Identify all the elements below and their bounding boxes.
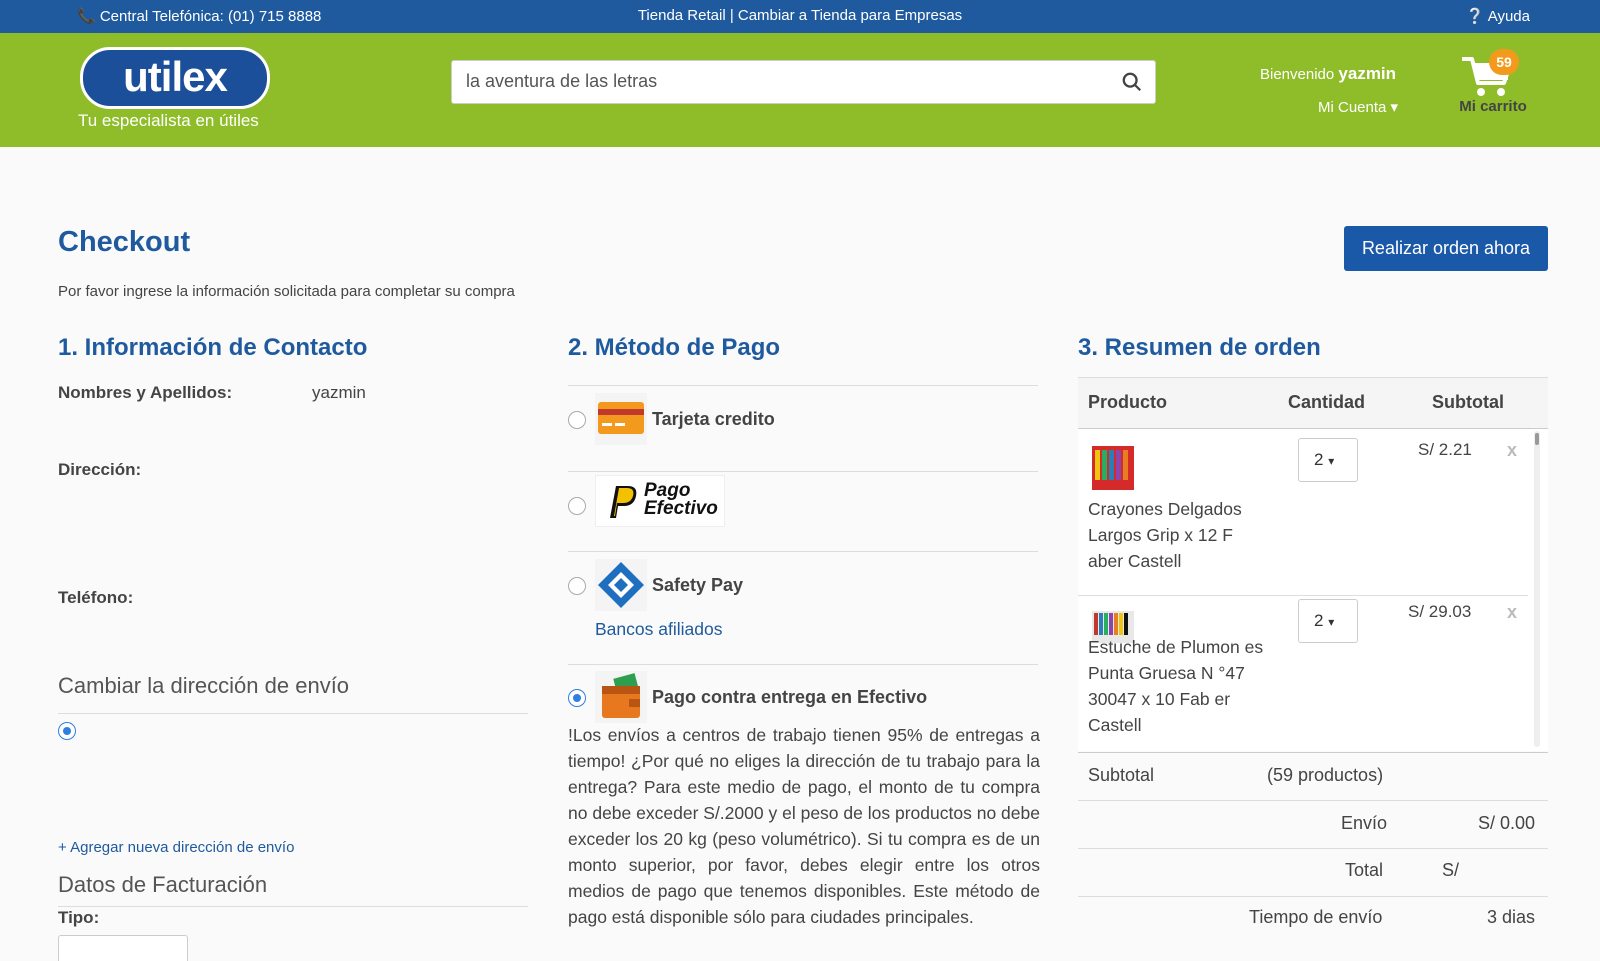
cart-count-badge: 59: [1489, 49, 1519, 75]
help-link[interactable]: ❔ Ayuda: [1466, 7, 1530, 25]
billing-type-label: Tipo:: [58, 908, 100, 927]
cash-on-delivery-label: Pago contra entrega en Efectivo: [652, 687, 928, 707]
quantity-value: 2: [1314, 450, 1324, 469]
account-label: Mi Cuenta: [1318, 99, 1387, 116]
page-subtitle: Por favor ingrese la información solicit…: [58, 283, 515, 300]
crayons-thumbnail: [1090, 442, 1136, 492]
total-label: Total: [1345, 860, 1384, 880]
shipping-time-value: 3 dias: [1487, 907, 1536, 927]
help-label: Ayuda: [1487, 8, 1530, 25]
cash-on-delivery-radio[interactable]: [568, 689, 586, 707]
address-label: Dirección:: [58, 460, 142, 479]
search-box: [451, 60, 1156, 104]
safety-pay-icon: [595, 559, 647, 611]
billing-type-select[interactable]: [58, 935, 188, 961]
divider: [568, 551, 1038, 552]
payment-section-title: 2. Método de Pago: [568, 334, 781, 361]
chevron-down-icon: ▾: [1328, 615, 1335, 629]
subtotal-count: (59 productos): [1267, 765, 1384, 785]
billing-title: Datos de Facturación: [58, 872, 268, 897]
place-order-button[interactable]: Realizar orden ahora: [1344, 226, 1548, 271]
divider: [1078, 896, 1548, 897]
item-subtotal: S/ 2.21: [1418, 440, 1472, 459]
divider: [568, 471, 1038, 472]
pago-efectivo-p-icon: [610, 486, 637, 518]
divider: [1078, 595, 1528, 596]
divider: [568, 664, 1038, 665]
add-address-link[interactable]: + Agregar nueva dirección de envío: [58, 839, 294, 856]
col-quantity: Cantidad: [1288, 392, 1366, 412]
name-label: Nombres y Apellidos:: [58, 383, 233, 402]
product-name: Crayones Delgados Largos Grip x 12 F abe…: [1088, 499, 1242, 571]
chevron-down-icon: ▾: [1390, 99, 1399, 116]
col-subtotal: Subtotal: [1432, 392, 1504, 412]
divider: [568, 385, 1038, 386]
safety-pay-label: Safety Pay: [652, 575, 744, 595]
items-scrollbar[interactable]: [1534, 431, 1540, 747]
welcome-message: Bienvenido yazmin: [1260, 64, 1396, 84]
utilex-logo[interactable]: utilex: [80, 47, 270, 109]
pago-efectivo-radio[interactable]: [568, 497, 586, 515]
store-switch-link[interactable]: Tienda Retail | Cambiar a Tienda para Em…: [0, 7, 1600, 24]
contact-section-title: 1. Información de Contacto: [58, 334, 368, 361]
shipping-time-label: Tiempo de envío: [1249, 907, 1383, 927]
pago-efectivo-text: Pago Efectivo: [644, 481, 718, 519]
chevron-down-icon: ▾: [1328, 454, 1335, 468]
card-label: Tarjeta credito: [652, 409, 775, 429]
cash-on-delivery-description: !Los envíos a centros de trabajo tienen …: [568, 725, 1040, 927]
change-address-title: Cambiar la dirección de envío: [58, 673, 350, 698]
name-value: yazmin: [312, 383, 366, 402]
items-scrollbar-thumb[interactable]: [1535, 433, 1539, 445]
shipping-value: S/ 0.00: [1478, 813, 1536, 833]
remove-item-icon[interactable]: x: [1507, 440, 1517, 461]
account-menu[interactable]: Mi Cuenta ▾: [1318, 98, 1398, 116]
remove-item-icon[interactable]: x: [1507, 602, 1517, 623]
subtotal-label: Subtotal: [1088, 765, 1155, 785]
user-name: yazmin: [1338, 64, 1397, 83]
affiliated-banks-link[interactable]: Bancos afiliados: [595, 619, 722, 640]
card-radio[interactable]: [568, 411, 586, 429]
header: utilex Tu especialista en útiles Bienven…: [0, 33, 1600, 147]
divider: [1078, 752, 1548, 753]
page-title: Checkout: [58, 226, 191, 258]
checkout-content: Checkout Por favor ingrese la informació…: [0, 147, 1600, 961]
welcome-prefix: Bienvenido: [1260, 66, 1335, 83]
cart-label: Mi carrito: [1459, 98, 1527, 115]
divider: [1078, 848, 1548, 849]
quantity-select[interactable]: 2 ▾: [1298, 599, 1358, 643]
divider: [58, 906, 528, 907]
address-radio[interactable]: [58, 722, 76, 740]
quantity-value: 2: [1314, 611, 1324, 630]
search-input[interactable]: [466, 71, 1106, 92]
product-name: Estuche de Plumon es Punta Gruesa N °47 …: [1088, 637, 1264, 735]
item-subtotal: S/ 29.03: [1408, 602, 1472, 621]
summary-section-title: 3. Resumen de orden: [1078, 334, 1321, 361]
search-icon[interactable]: [1121, 71, 1143, 93]
pago-efectivo-logo: Pago Efectivo: [595, 475, 725, 527]
top-bar: 📞 Central Telefónica: (01) 715 8888 Tien…: [0, 0, 1600, 33]
quantity-select[interactable]: 2 ▾: [1298, 438, 1358, 482]
credit-card-icon: [595, 393, 647, 445]
tagline: Tu especialista en útiles: [78, 111, 259, 130]
safety-pay-radio[interactable]: [568, 577, 586, 595]
shipping-label: Envío: [1341, 813, 1388, 833]
pago-efectivo-line2: Efectivo: [644, 498, 718, 519]
divider: [1078, 800, 1548, 801]
wallet-icon: [595, 671, 647, 723]
total-value: S/: [1442, 860, 1460, 880]
phone-label: Teléfono:: [58, 588, 134, 607]
col-product: Producto: [1088, 392, 1167, 412]
divider: [58, 713, 528, 714]
cart-button[interactable]: 59 Mi carrito: [1450, 45, 1530, 115]
help-icon: ❔: [1465, 8, 1485, 25]
